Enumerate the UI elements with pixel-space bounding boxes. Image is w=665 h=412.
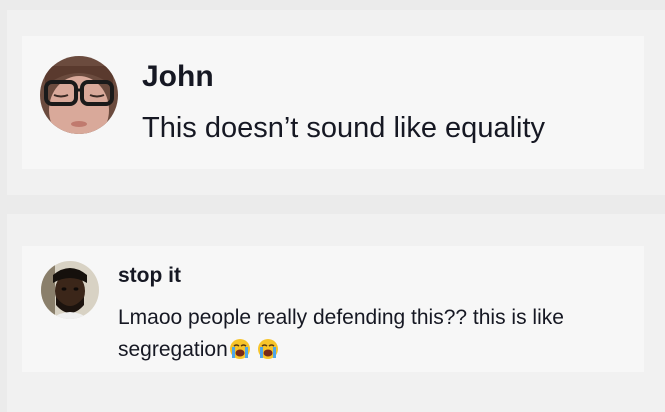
avatar[interactable] [41,261,99,319]
comment-username[interactable]: John [142,60,214,94]
comment-text: Lmaoo people really defending this?? thi… [118,302,618,366]
comment-text: This doesn’t sound like equality [142,112,546,144]
avatar[interactable] [40,56,118,134]
comment-text-line: segregation [118,338,228,361]
profile-photo-icon [41,261,99,319]
profile-photo-glasses-icon [40,56,118,134]
loudly-crying-face-icon [257,338,279,360]
comment-text-line: Lmaoo people really defending this?? thi… [118,306,564,329]
comment-username[interactable]: stop it [118,264,181,288]
loudly-crying-face-icon [229,338,251,360]
